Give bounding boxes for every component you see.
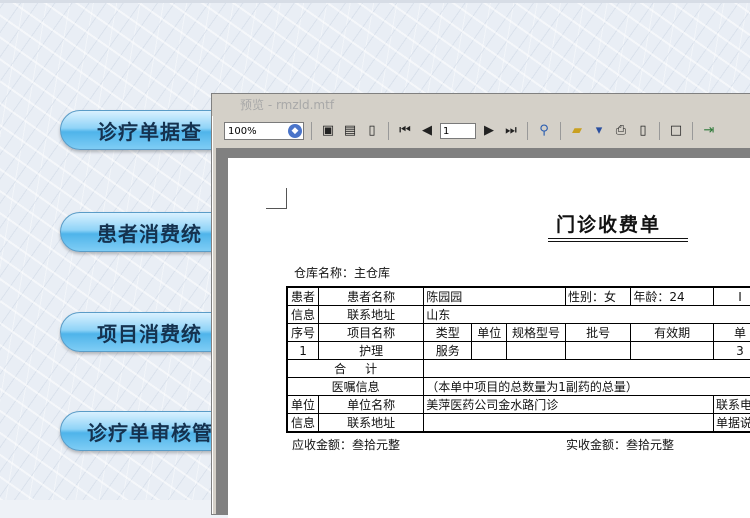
patient-extra: I [712, 286, 750, 306]
last-page-icon[interactable]: ⏭ [502, 122, 520, 140]
receipt-table: 患者 患者名称 陈园园 性别：女 年龄：24 I 信息 联系地址 山东 序号 项… [286, 286, 750, 433]
row-spec [506, 341, 566, 360]
toolbar-separator [692, 122, 693, 140]
unit-group-label-2: 信息 [286, 413, 320, 433]
header-name: 项目名称 [318, 323, 425, 342]
table-row: 信息 联系地址 单据说明 [286, 413, 750, 433]
page-number-input[interactable]: 1 [440, 123, 476, 139]
table-row: 患者 患者名称 陈园园 性别：女 年龄：24 I [286, 286, 750, 306]
table-row: 信息 联系地址 山东 [286, 305, 750, 324]
first-page-icon[interactable]: ⏮ [396, 122, 414, 140]
stop-icon[interactable]: □ [667, 122, 685, 140]
title-underline [548, 241, 688, 242]
row-no: 1 [286, 341, 320, 360]
unit-note-label: 单据说明 [712, 413, 750, 433]
unit-address-label: 联系地址 [318, 413, 425, 433]
preview-window: 预览 - rmzld.mtf 100% ◆ ▣ ▤ ▯ ⏮ ◀ 1 ▶ ⏭ ⚲ … [211, 93, 750, 518]
total-label: 合 计 [286, 359, 425, 378]
toolbar-separator [388, 122, 389, 140]
prev-page-icon[interactable]: ◀ [418, 122, 436, 140]
unit-address-value [423, 413, 714, 433]
preview-toolbar: 100% ◆ ▣ ▤ ▯ ⏮ ◀ 1 ▶ ⏭ ⚲ ▰ ▾ ⎙ ▯ □ ⇥ [224, 120, 750, 142]
page-view-icon[interactable]: ▣ [319, 122, 337, 140]
unit-phone-label: 联系电话 [712, 395, 750, 414]
document-title: 门诊收费单 [556, 214, 662, 236]
patient-sex: 性别：女 [564, 286, 632, 306]
patient-name-label: 患者名称 [318, 286, 425, 306]
row-batch [564, 341, 632, 360]
header-type: 类型 [423, 323, 473, 342]
row-type: 服务 [423, 341, 473, 360]
table-row: 医嘱信息 （本单中项目的总数量为1副药的总量） [286, 377, 750, 396]
table-row: 合 计 [286, 359, 750, 378]
page-setup-icon[interactable]: ▯ [634, 122, 652, 140]
table-row: 1 护理 服务 3 [286, 341, 750, 360]
row-price: 3 [712, 341, 750, 360]
header-unit: 单位 [471, 323, 508, 342]
page-full-icon[interactable]: ▯ [363, 122, 381, 140]
exit-icon[interactable]: ⇥ [700, 122, 718, 140]
row-expiry [630, 341, 714, 360]
top-border [0, 0, 750, 3]
title-underline [548, 238, 688, 239]
preview-viewport[interactable]: 门诊收费单 仓库名称：主仓库 患者 患者名称 陈园园 性别：女 年龄：24 I [216, 148, 750, 518]
row-name: 护理 [318, 341, 425, 360]
print-icon[interactable]: ⎙ [612, 122, 630, 140]
document-page: 门诊收费单 仓库名称：主仓库 患者 患者名称 陈园园 性别：女 年龄：24 I [228, 158, 750, 518]
table-row: 单位 单位名称 美萍医药公司金水路门诊 联系电话 [286, 395, 750, 414]
total-value [423, 359, 750, 378]
open-icon[interactable]: ▰ [568, 122, 586, 140]
unit-name-value: 美萍医药公司金水路门诊 [423, 395, 714, 414]
window-title: 预览 - rmzld.mtf [212, 94, 750, 116]
save-icon[interactable]: ▾ [590, 122, 608, 140]
page-width-icon[interactable]: ▤ [341, 122, 359, 140]
warehouse-name: 仓库名称：主仓库 [294, 266, 391, 280]
zoom-select[interactable]: 100% ◆ [224, 122, 304, 140]
row-unit [471, 341, 508, 360]
margin-mark [266, 188, 287, 209]
patient-address-label: 联系地址 [318, 305, 425, 324]
toolbar-separator [311, 122, 312, 140]
received-amount: 实收金额：叁拾元整 [566, 438, 675, 452]
zoom-value: 100% [228, 125, 257, 137]
zoom-dropdown-icon[interactable]: ◆ [288, 124, 302, 138]
toolbar-separator [527, 122, 528, 140]
patient-group-label-2: 信息 [286, 305, 320, 324]
header-batch: 批号 [564, 323, 632, 342]
find-icon[interactable]: ⚲ [535, 122, 553, 140]
next-page-icon[interactable]: ▶ [480, 122, 498, 140]
header-price: 单 [712, 323, 750, 342]
toolbar-separator [560, 122, 561, 140]
patient-name-value: 陈园园 [423, 286, 566, 306]
patient-group-label: 患者 [286, 286, 320, 306]
header-spec: 规格型号 [506, 323, 566, 342]
table-header-row: 序号 项目名称 类型 单位 规格型号 批号 有效期 单 [286, 323, 750, 342]
receivable-amount: 应收金额：叁拾元整 [292, 438, 401, 452]
header-no: 序号 [286, 323, 320, 342]
patient-age: 年龄：24 [630, 286, 714, 306]
advice-label: 医嘱信息 [286, 377, 425, 396]
patient-address-value: 山东 [423, 305, 750, 324]
advice-value: （本单中项目的总数量为1副药的总量） [423, 377, 750, 396]
toolbar-separator [659, 122, 660, 140]
header-expiry: 有效期 [630, 323, 714, 342]
unit-group-label: 单位 [286, 395, 320, 414]
unit-name-label: 单位名称 [318, 395, 425, 414]
